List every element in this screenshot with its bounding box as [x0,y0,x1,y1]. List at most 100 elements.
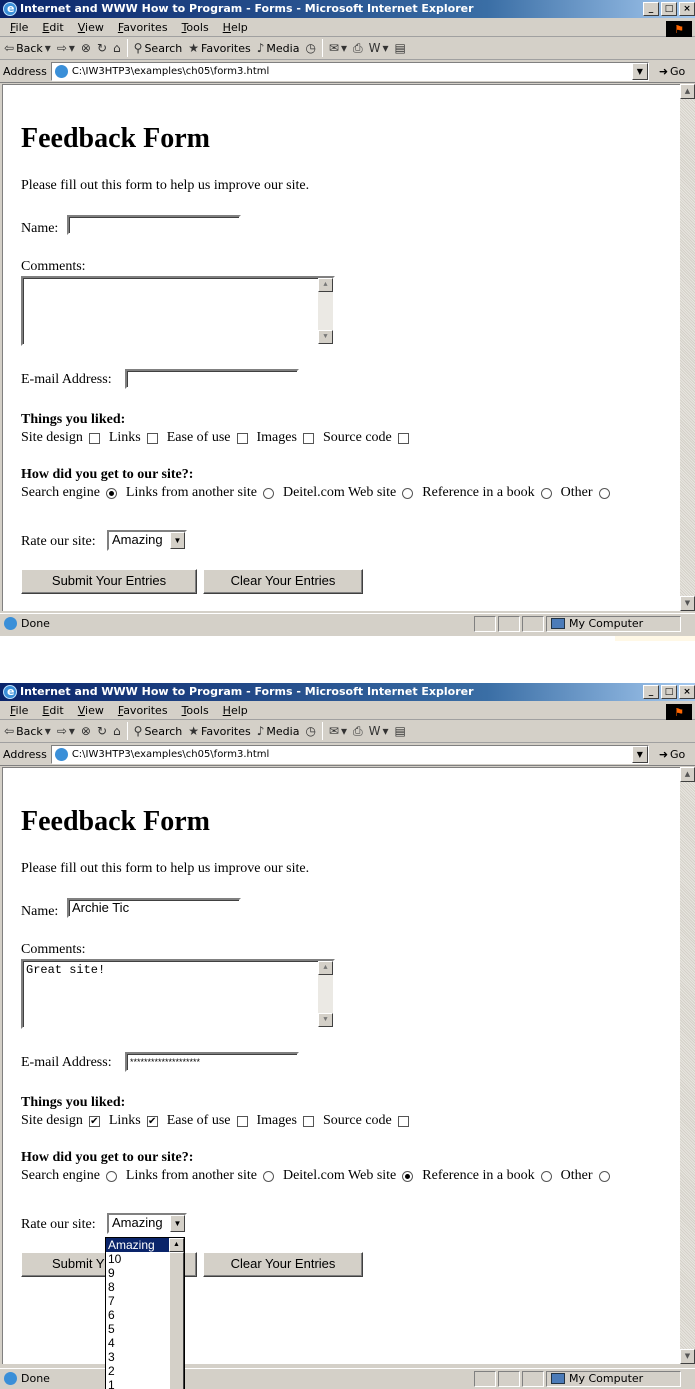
scroll-down-icon[interactable]: ▼ [680,596,695,611]
submit-button[interactable]: Submit Your Entries [21,569,197,594]
book-radio[interactable] [540,487,552,499]
home-button[interactable]: ⌂ [113,724,121,738]
scroll-up-icon[interactable]: ▲ [169,1238,184,1252]
menu-edit[interactable]: Edit [35,21,70,34]
rating-select[interactable]: Amazing ▼ [107,1213,187,1234]
address-dropdown-button[interactable]: ▼ [631,62,648,80]
favorites-button[interactable]: ★ Favorites [188,41,250,55]
site-design-checkbox[interactable] [88,432,100,444]
search-button[interactable]: ⚲ Search [134,724,183,738]
links-checkbox[interactable] [146,432,158,444]
discuss-button[interactable]: ▤ [395,724,406,738]
dropdown-scrollbar[interactable]: ▲ ▼ [169,1238,184,1389]
page-scrollbar[interactable]: ▲ ▼ [680,767,695,1364]
other-radio[interactable] [598,487,610,499]
rating-select[interactable]: Amazing ▼ [107,530,187,551]
close-button[interactable]: × [679,2,695,16]
source-code-checkbox[interactable] [397,1115,409,1127]
rating-dropdown-list[interactable]: Amazing 10 9 8 7 6 5 4 3 2 1 ▲ ▼ [105,1237,185,1389]
media-button[interactable]: ♪ Media [257,41,300,55]
edit-button[interactable]: W ▾ [369,724,389,738]
name-input[interactable] [67,215,241,235]
stop-button[interactable]: ⊗ [81,41,91,55]
print-button[interactable]: ⎙ [353,724,363,739]
mail-button[interactable]: ✉ ▾ [329,41,347,55]
email-input[interactable]: ******************** [125,1052,299,1072]
menu-file[interactable]: File [3,21,35,34]
clear-button[interactable]: Clear Your Entries [203,1252,363,1277]
ease-of-use-checkbox[interactable] [236,432,248,444]
search-engine-radio[interactable] [105,487,117,499]
scroll-up-icon[interactable]: ▲ [680,767,695,782]
menu-help[interactable]: Help [216,704,255,717]
book-radio[interactable] [540,1170,552,1182]
address-input[interactable]: C:\IW3HTP3\examples\ch05\form3.html ▼ [50,61,649,81]
links-radio[interactable] [262,1170,274,1182]
menu-tools[interactable]: Tools [175,21,216,34]
clear-button[interactable]: Clear Your Entries [203,569,363,594]
forward-button[interactable]: ⇨ ▾ [57,41,75,55]
textarea-scrollbar[interactable]: ▲ ▼ [318,278,333,344]
images-checkbox[interactable] [302,1115,314,1127]
edit-button[interactable]: W ▾ [369,41,389,55]
scroll-up-icon[interactable]: ▲ [318,278,333,292]
go-button[interactable]: ➜ Go [659,65,685,78]
menu-favorites[interactable]: Favorites [111,21,175,34]
menu-help[interactable]: Help [216,21,255,34]
forward-button[interactable]: ⇨ ▾ [57,724,75,738]
refresh-button[interactable]: ↻ [97,724,107,738]
source-code-checkbox[interactable] [397,432,409,444]
print-button[interactable]: ⎙ [353,41,363,56]
chevron-down-icon[interactable]: ▼ [170,1215,185,1232]
scroll-down-icon[interactable]: ▼ [318,1013,333,1027]
scroll-down-icon[interactable]: ▼ [318,330,333,344]
scroll-down-icon[interactable]: ▼ [680,1349,695,1364]
maximize-button[interactable]: □ [661,2,677,16]
back-button[interactable]: ⇦ Back ▾ [4,41,51,55]
deitel-radio[interactable] [402,487,414,499]
title-bar: Internet and WWW How to Program - Forms … [0,683,695,701]
history-button[interactable]: ◷ [305,724,315,738]
history-button[interactable]: ◷ [305,41,315,55]
search-engine-radio[interactable] [105,1170,117,1182]
textarea-scrollbar[interactable]: ▲ ▼ [318,961,333,1027]
menu-favorites[interactable]: Favorites [111,704,175,717]
address-dropdown-button[interactable]: ▼ [631,745,648,763]
scroll-up-icon[interactable]: ▲ [680,84,695,99]
menu-edit[interactable]: Edit [35,704,70,717]
address-input[interactable]: C:\IW3HTP3\examples\ch05\form3.html ▼ [50,744,649,764]
mail-button[interactable]: ✉ ▾ [329,724,347,738]
menu-view[interactable]: View [71,704,111,717]
discuss-button[interactable]: ▤ [395,41,406,55]
search-button[interactable]: ⚲ Search [134,41,183,55]
favorites-button[interactable]: ★ Favorites [188,724,250,738]
menu-file[interactable]: File [3,704,35,717]
email-input[interactable] [125,369,299,389]
other-radio[interactable] [598,1170,610,1182]
refresh-button[interactable]: ↻ [97,41,107,55]
scroll-thumb[interactable] [169,1252,184,1389]
links-checkbox[interactable]: ✔ [146,1115,158,1127]
chevron-down-icon[interactable]: ▼ [170,532,185,549]
menu-view[interactable]: View [71,21,111,34]
site-design-checkbox[interactable]: ✔ [88,1115,100,1127]
go-button[interactable]: ➜ Go [659,748,685,761]
links-radio[interactable] [262,487,274,499]
deitel-radio[interactable] [402,1170,414,1182]
back-button[interactable]: ⇦ Back ▾ [4,724,51,738]
ease-of-use-checkbox[interactable] [236,1115,248,1127]
media-button[interactable]: ♪ Media [257,724,300,738]
home-button[interactable]: ⌂ [113,41,121,55]
comments-textarea[interactable]: ▲ ▼ [21,276,335,346]
comments-textarea[interactable]: Great site! ▲ ▼ [21,959,335,1029]
menu-tools[interactable]: Tools [175,704,216,717]
stop-button[interactable]: ⊗ [81,724,91,738]
minimize-button[interactable]: _ [643,2,659,16]
name-input[interactable]: Archie Tic [67,898,241,918]
scroll-up-icon[interactable]: ▲ [318,961,333,975]
maximize-button[interactable]: □ [661,685,677,699]
minimize-button[interactable]: _ [643,685,659,699]
images-checkbox[interactable] [302,432,314,444]
page-scrollbar[interactable]: ▲ ▼ [680,84,695,611]
close-button[interactable]: × [679,685,695,699]
